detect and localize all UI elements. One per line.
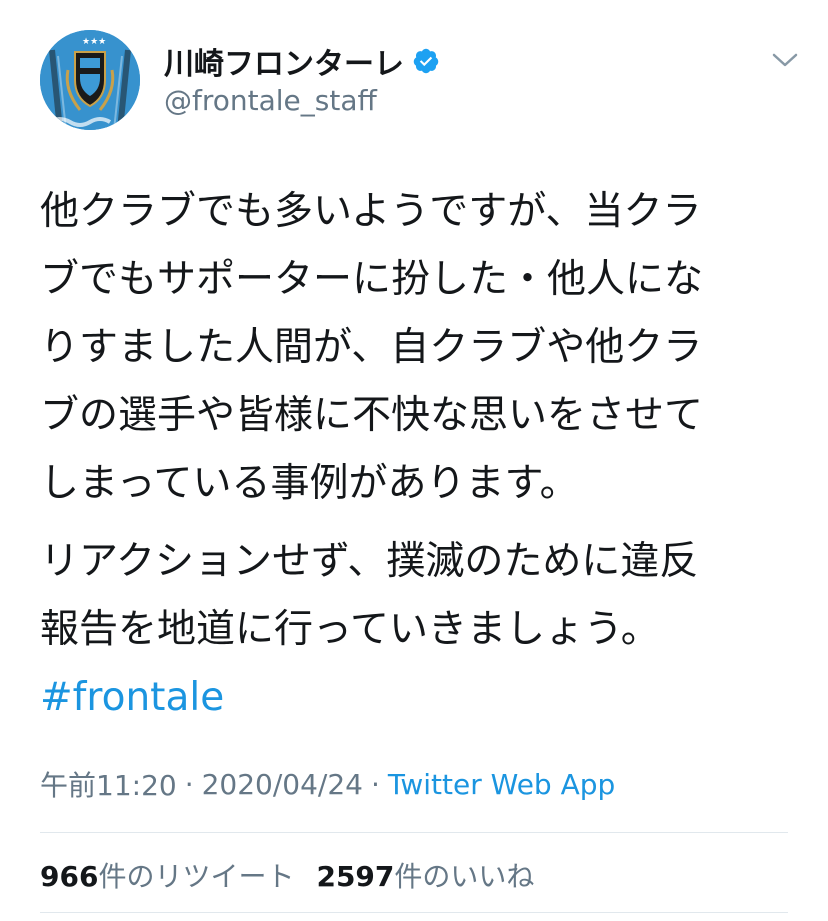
hashtag-link[interactable]: #frontale: [40, 675, 224, 720]
tweet-header: ★★★ 川崎フロンターレ @frontale_staff: [40, 30, 800, 130]
name-row: 川崎フロンターレ: [164, 39, 440, 83]
meta-separator: ·: [371, 767, 380, 801]
tweet-line: ブの選手や皆様に不快な思いをさせて: [40, 393, 704, 438]
likes-label: 件のいいね: [394, 860, 535, 893]
likes-count: 2597: [316, 860, 395, 893]
club-emblem-avatar: ★★★: [40, 30, 140, 130]
tweet-line: リアクションせず、撲滅のために違反: [40, 539, 699, 584]
verified-badge-icon: [413, 48, 439, 74]
retweets-stat[interactable]: 966件のリツイート: [40, 855, 294, 895]
tweet-line: 報告を地道に行っていきましょう。: [40, 607, 660, 652]
user-handle[interactable]: @frontale_staff: [164, 84, 377, 117]
divider: [40, 832, 788, 833]
tweet-paragraph-1: 他クラブでも多いようですが、当クラ ブでもサポーターに扮した・他人にな りすまし…: [40, 178, 790, 518]
svg-text:★★★: ★★★: [82, 37, 106, 47]
meta-separator: ·: [184, 767, 194, 801]
divider: [40, 912, 788, 913]
tweet-line: ブでもサポーターに扮した・他人にな: [40, 257, 704, 302]
chevron-down-icon[interactable]: [770, 50, 800, 70]
tweet-line: しまっている事例があります。: [40, 461, 579, 506]
retweets-label: 件のリツイート: [98, 860, 295, 893]
retweets-count: 966: [40, 860, 99, 893]
avatar[interactable]: ★★★: [40, 30, 140, 130]
tweet-time[interactable]: 午前11:20: [40, 764, 177, 804]
tweet-date[interactable]: 2020/04/24: [202, 768, 363, 801]
likes-stat[interactable]: 2597件のいいね: [316, 855, 534, 895]
tweet-paragraph-2: リアクションせず、撲滅のために違反 報告を地道に行っていきましょう。 #fron…: [40, 528, 790, 732]
tweet-metadata: 午前11:20 · 2020/04/24 · Twitter Web App: [40, 764, 615, 804]
display-name[interactable]: 川崎フロンターレ: [164, 39, 404, 83]
tweet-line: りすました人間が、自クラブや他クラ: [40, 325, 703, 370]
tweet-text: 他クラブでも多いようですが、当クラ ブでもサポーターに扮した・他人にな りすまし…: [40, 178, 790, 732]
tweet-source-link[interactable]: Twitter Web App: [388, 768, 615, 801]
tweet-line: 他クラブでも多いようですが、当クラ: [40, 189, 702, 234]
tweet-stats: 966件のリツイート 2597件のいいね: [40, 853, 534, 897]
